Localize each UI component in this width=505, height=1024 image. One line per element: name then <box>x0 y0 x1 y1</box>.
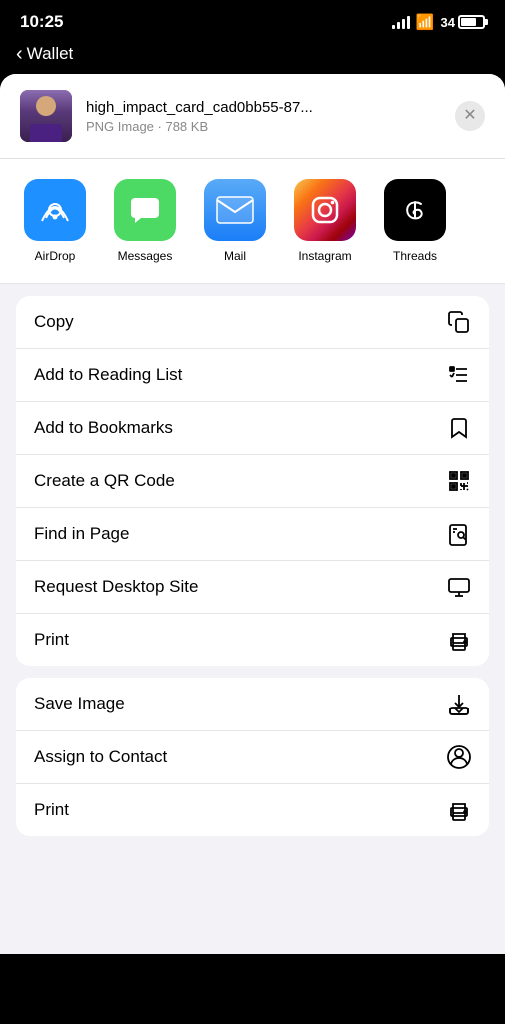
reading-list-icon <box>447 363 471 387</box>
file-header: high_impact_card_cad0bb55-87... PNG Imag… <box>0 74 505 159</box>
desktop-site-action[interactable]: Request Desktop Site <box>16 561 489 614</box>
copy-label: Copy <box>34 312 74 332</box>
print2-icon <box>447 798 471 822</box>
status-icons: 📶 34 <box>392 13 485 31</box>
copy-icon <box>447 310 471 334</box>
action-group-2: Save Image Assign to Contact Print <box>16 678 489 836</box>
airdrop-icon <box>24 179 86 241</box>
file-meta: PNG Image · 788 KB <box>86 119 441 134</box>
messages-icon <box>114 179 176 241</box>
close-button[interactable]: ✕ <box>455 101 485 131</box>
file-thumbnail <box>20 90 72 142</box>
contact-icon <box>447 745 471 769</box>
qr-code-action[interactable]: Create a QR Code <box>16 455 489 508</box>
print2-label: Print <box>34 800 69 820</box>
back-label: Wallet <box>27 44 74 64</box>
assign-contact-action[interactable]: Assign to Contact <box>16 731 489 784</box>
find-in-page-action[interactable]: Find in Page <box>16 508 489 561</box>
close-icon: ✕ <box>463 108 476 124</box>
instagram-label: Instagram <box>298 249 351 263</box>
mail-label: Mail <box>224 249 246 263</box>
qr-code-label: Create a QR Code <box>34 471 175 491</box>
reading-list-action[interactable]: Add to Reading List <box>16 349 489 402</box>
app-threads[interactable]: Threads <box>370 179 460 263</box>
action-group-1: Copy Add to Reading List Add to Bookmark… <box>16 296 489 666</box>
print1-icon <box>447 628 471 652</box>
print1-action[interactable]: Print <box>16 614 489 666</box>
qr-icon <box>447 469 471 493</box>
find-icon <box>447 522 471 546</box>
status-time: 10:25 <box>20 12 63 32</box>
assign-contact-label: Assign to Contact <box>34 747 167 767</box>
app-messages[interactable]: Messages <box>100 179 190 263</box>
messages-label: Messages <box>118 249 173 263</box>
bookmark-icon <box>447 416 471 440</box>
print2-action[interactable]: Print <box>16 784 489 836</box>
app-airdrop[interactable]: AirDrop <box>10 179 100 263</box>
airdrop-label: AirDrop <box>35 249 76 263</box>
save-image-action[interactable]: Save Image <box>16 678 489 731</box>
bookmarks-label: Add to Bookmarks <box>34 418 173 438</box>
instagram-icon <box>294 179 356 241</box>
battery-percent: 34 <box>441 15 455 30</box>
threads-icon <box>384 179 446 241</box>
instagram-svg <box>307 192 343 228</box>
desktop-site-label: Request Desktop Site <box>34 577 198 597</box>
apps-row: AirDrop Messages Mail <box>0 159 505 284</box>
app-mail[interactable]: Mail <box>190 179 280 263</box>
save-image-label: Save Image <box>34 694 125 714</box>
threads-label: Threads <box>393 249 437 263</box>
nav-bar: ‹ Wallet <box>0 40 505 74</box>
bookmarks-action[interactable]: Add to Bookmarks <box>16 402 489 455</box>
threads-svg <box>397 192 433 228</box>
print1-label: Print <box>34 630 69 650</box>
mail-svg <box>215 195 255 225</box>
save-icon <box>447 692 471 716</box>
status-bar: 10:25 📶 34 <box>0 0 505 40</box>
copy-action[interactable]: Copy <box>16 296 489 349</box>
desktop-icon <box>447 575 471 599</box>
file-name: high_impact_card_cad0bb55-87... <box>86 99 441 116</box>
airdrop-svg <box>36 191 74 229</box>
back-button[interactable]: ‹ Wallet <box>16 44 73 64</box>
wifi-icon: 📶 <box>416 13 435 31</box>
messages-svg <box>127 192 163 228</box>
signal-icon <box>392 15 410 29</box>
battery-icon <box>458 15 485 29</box>
battery: 34 <box>441 15 485 30</box>
chevron-left-icon: ‹ <box>16 44 23 64</box>
app-instagram[interactable]: Instagram <box>280 179 370 263</box>
reading-list-label: Add to Reading List <box>34 365 182 385</box>
mail-icon <box>204 179 266 241</box>
file-info: high_impact_card_cad0bb55-87... PNG Imag… <box>86 99 441 134</box>
share-sheet: high_impact_card_cad0bb55-87... PNG Imag… <box>0 74 505 954</box>
find-in-page-label: Find in Page <box>34 524 129 544</box>
